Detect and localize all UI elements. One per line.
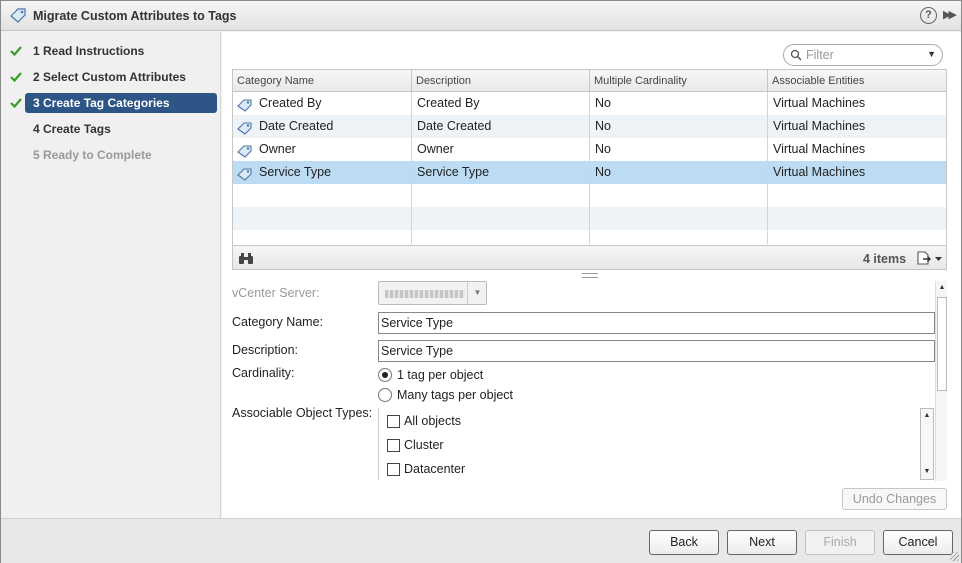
chevron-down-icon[interactable]: ▼ — [927, 49, 936, 59]
collapse-icon[interactable]: ▶▶ — [943, 8, 957, 21]
object-type-label: Datacenter — [404, 462, 466, 476]
column-header-description[interactable]: Description — [412, 70, 590, 92]
binoculars-icon[interactable] — [238, 252, 254, 268]
entities-cell: Virtual Machines — [773, 119, 866, 133]
object-type-label: All objects — [404, 414, 461, 428]
item-count: 4 items — [863, 252, 907, 266]
form-scrollbar[interactable]: ▲ — [935, 281, 947, 481]
title-bar: Migrate Custom Attributes to Tags ? ▶▶ — [1, 1, 961, 31]
cardinality-cell: No — [595, 165, 611, 179]
tag-categories-grid: Category Name Description Multiple Cardi… — [232, 69, 947, 270]
cardinality-label: Cardinality: — [232, 366, 295, 380]
step-select-custom-attributes[interactable]: 2 Select Custom Attributes — [25, 67, 217, 87]
export-icon[interactable] — [917, 251, 943, 268]
cardinality-cell: No — [595, 142, 611, 156]
redacted-value — [385, 290, 465, 298]
wizard-steps: 1 Read Instructions 2 Select Custom Attr… — [1, 32, 221, 518]
radio-label-many-tags: Many tags per object — [397, 388, 514, 402]
vcenter-server-select: ▼ — [378, 281, 487, 305]
help-icon[interactable]: ? — [920, 7, 937, 24]
checkmark-icon — [10, 98, 22, 109]
resize-grip-icon[interactable] — [950, 552, 959, 561]
column-divider — [767, 92, 768, 244]
filter-input[interactable]: Filter ▼ — [783, 44, 943, 66]
checkbox-all-objects[interactable] — [387, 415, 400, 428]
description-label: Description: — [232, 343, 298, 357]
window-title: Migrate Custom Attributes to Tags — [33, 9, 237, 23]
tag-icon — [10, 8, 27, 26]
entities-cell: Virtual Machines — [773, 142, 866, 156]
description-cell: Date Created — [417, 119, 492, 133]
checkbox-cluster[interactable] — [387, 439, 400, 452]
entities-cell: Virtual Machines — [773, 165, 866, 179]
category-name-cell: Owner — [259, 142, 296, 156]
description-cell: Created By — [417, 96, 480, 110]
description-field[interactable]: Service Type — [378, 340, 935, 362]
step-ready-to-complete: 5 Ready to Complete — [33, 148, 152, 162]
checkbox-datacenter[interactable] — [387, 463, 400, 476]
description-cell: Owner — [417, 142, 454, 156]
object-types-list: All objects Cluster Datacenter — [378, 408, 935, 480]
object-types-scrollbar[interactable]: ▲ ▼ — [920, 408, 934, 480]
category-name-cell: Date Created — [259, 119, 334, 133]
next-button[interactable]: Next — [727, 530, 797, 555]
grid-footer: 4 items — [233, 245, 946, 269]
column-header-category-name[interactable]: Category Name — [233, 70, 412, 92]
associable-object-types-label: Associable Object Types: — [232, 406, 373, 420]
category-name-cell: Created By — [259, 96, 322, 110]
description-cell: Service Type — [417, 165, 490, 179]
dialog-footer: Back Next Finish Cancel — [1, 518, 961, 563]
category-name-cell: Service Type — [259, 165, 332, 179]
search-icon — [790, 49, 802, 61]
scrollbar-thumb[interactable] — [937, 297, 947, 391]
main-content: Filter ▼ Category Name Description Multi… — [222, 32, 961, 518]
cardinality-cell: No — [595, 119, 611, 133]
scroll-down-icon[interactable]: ▼ — [921, 465, 933, 479]
column-divider — [589, 92, 590, 244]
migrate-dialog: Migrate Custom Attributes to Tags ? ▶▶ 1… — [0, 0, 962, 563]
grid-header: Category Name Description Multiple Cardi… — [233, 70, 946, 92]
radio-one-tag-per-object[interactable] — [378, 368, 392, 382]
vcenter-server-label: vCenter Server: — [232, 286, 320, 300]
step-create-tags[interactable]: 4 Create Tags — [25, 119, 217, 139]
undo-changes-button: Undo Changes — [842, 488, 947, 510]
column-header-multiple-cardinality[interactable]: Multiple Cardinality — [590, 70, 768, 92]
entities-cell: Virtual Machines — [773, 96, 866, 110]
chevron-down-icon: ▼ — [467, 282, 487, 304]
category-name-field[interactable]: Service Type — [378, 312, 935, 334]
category-name-label: Category Name: — [232, 315, 324, 329]
step-create-tag-categories[interactable]: 3 Create Tag Categories — [25, 93, 217, 113]
scroll-up-icon[interactable]: ▲ — [936, 281, 948, 295]
filter-placeholder: Filter — [806, 48, 834, 62]
column-divider — [411, 92, 412, 244]
radio-label-one-tag: 1 tag per object — [397, 368, 484, 382]
scroll-up-icon[interactable]: ▲ — [921, 409, 933, 423]
cardinality-cell: No — [595, 96, 611, 110]
step-read-instructions[interactable]: 1 Read Instructions — [25, 41, 217, 61]
column-header-associable-entities[interactable]: Associable Entities — [768, 70, 946, 92]
cancel-button[interactable]: Cancel — [883, 530, 953, 555]
object-type-label: Cluster — [404, 438, 444, 452]
splitter-handle[interactable] — [582, 273, 598, 278]
radio-many-tags-per-object[interactable] — [378, 388, 392, 402]
finish-button: Finish — [805, 530, 875, 555]
checkmark-icon — [10, 72, 22, 83]
back-button[interactable]: Back — [649, 530, 719, 555]
checkmark-icon — [10, 46, 22, 57]
